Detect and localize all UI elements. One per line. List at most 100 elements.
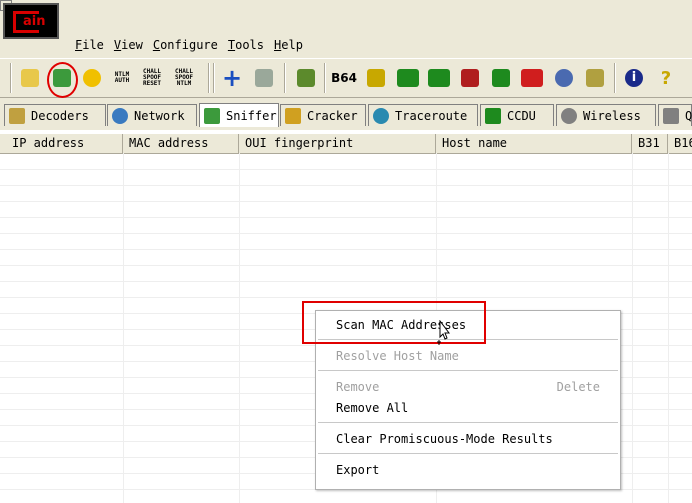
- ntlm-auth-icon: NTLM AUTH: [114, 71, 130, 84]
- wireless-icon: [561, 107, 577, 124]
- menu-item-remove-label: Remove: [336, 380, 380, 394]
- chall-spoof-reset-icon: CHALL SPOOF RESET: [142, 68, 162, 87]
- tab-label: Q: [685, 108, 692, 123]
- column-headers: IP address MAC address OUI fingerprint H…: [0, 134, 692, 154]
- menu-item-export[interactable]: Export: [336, 461, 600, 479]
- grid-row-line: [0, 297, 692, 298]
- menu-configure-rest: onfigure: [160, 38, 218, 52]
- cracker-icon: [285, 107, 301, 124]
- menu-configure[interactable]: Configure: [148, 36, 223, 54]
- help-icon: ?: [660, 67, 672, 89]
- window-button[interactable]: [520, 66, 544, 90]
- add-button[interactable]: +: [220, 64, 244, 92]
- tab-bar: Decoders Network Sniffer Cracker Tracero…: [0, 103, 692, 127]
- menu-separator: [318, 370, 618, 371]
- scan-button[interactable]: [294, 66, 318, 90]
- grid-column-line: [123, 153, 124, 503]
- radiation-icon: [83, 69, 101, 87]
- column-header-ip[interactable]: IP address: [6, 134, 123, 153]
- ntlm-auth-button[interactable]: NTLM AUTH: [110, 66, 134, 90]
- nc-button[interactable]: [458, 66, 482, 90]
- menu-file-rest: ile: [82, 38, 104, 52]
- menu-help-rest: elp: [281, 38, 303, 52]
- tab-network[interactable]: Network: [107, 104, 197, 126]
- apr-button[interactable]: [80, 66, 104, 90]
- tab-traceroute[interactable]: Traceroute: [368, 104, 478, 126]
- tab-wireless[interactable]: Wireless: [556, 104, 656, 126]
- scan-icon: [297, 69, 315, 87]
- tab-label: Traceroute: [395, 108, 468, 123]
- meter-button[interactable]: [396, 66, 420, 90]
- tab-label: Decoders: [31, 108, 89, 123]
- grid-row-line: [0, 217, 692, 218]
- certificate-button[interactable]: [583, 66, 607, 90]
- column-header-host[interactable]: Host name: [436, 134, 632, 153]
- key-button[interactable]: [364, 66, 388, 90]
- menu-item-remove-shortcut: Delete: [556, 380, 600, 394]
- menu-item-resolve-host: Resolve Host Name: [336, 349, 459, 363]
- help-button[interactable]: ?: [654, 66, 678, 90]
- chall-spoof-ntlm-icon: CHALL SPOOF NTLM: [174, 68, 194, 87]
- tab-cracker[interactable]: Cracker: [280, 104, 366, 126]
- info-icon: i: [625, 69, 643, 87]
- toolbar: NTLM AUTH CHALL SPOOF RESET CHALL SPOOF …: [0, 58, 692, 98]
- column-header-b31[interactable]: B31: [632, 134, 668, 153]
- decoders-icon: [9, 107, 25, 124]
- highlight-circle: [47, 62, 78, 98]
- network-icon: [555, 69, 573, 87]
- menu-file[interactable]: File: [70, 36, 109, 54]
- tab-ccdu[interactable]: CCDU: [480, 104, 554, 126]
- column-header-oui[interactable]: OUI fingerprint: [239, 134, 436, 153]
- menu-tools-rest: ools: [235, 38, 265, 52]
- open-button[interactable]: [18, 66, 42, 90]
- tab-decoders[interactable]: Decoders: [4, 104, 106, 126]
- logo-text: ain: [23, 14, 46, 29]
- highlight-box: [302, 301, 486, 344]
- tab-label: Network: [134, 108, 185, 123]
- grid-row-line: [0, 169, 692, 170]
- toolbar-separator: [10, 63, 12, 93]
- folder-icon: [21, 69, 39, 87]
- grid-row-line: [0, 249, 692, 250]
- menu-item-clear-promiscuous[interactable]: Clear Promiscuous-Mode Results: [336, 430, 600, 448]
- tab-label: Sniffer: [226, 108, 277, 123]
- base64-icon: B64: [331, 71, 357, 85]
- tab-label: Cracker: [307, 108, 358, 123]
- column-header-b16[interactable]: B16: [668, 134, 692, 153]
- menu-help[interactable]: Help: [269, 36, 308, 54]
- tab-sniffer[interactable]: Sniffer: [199, 103, 279, 127]
- menu-separator: [318, 422, 618, 423]
- base64-button[interactable]: B64: [331, 66, 357, 90]
- vnc-button[interactable]: [427, 66, 451, 90]
- chall-spoof-reset-button[interactable]: CHALL SPOOF RESET: [140, 66, 164, 90]
- menu-item-remove: Remove Delete: [336, 378, 600, 396]
- menu-item-remove-all[interactable]: Remove All: [336, 399, 600, 417]
- menu-tools[interactable]: Tools: [223, 36, 269, 54]
- menu-view[interactable]: View: [109, 36, 148, 54]
- toolbar-separator: [324, 63, 326, 93]
- network-button[interactable]: [552, 66, 576, 90]
- grid-column-line: [668, 153, 669, 503]
- column-header-mac[interactable]: MAC address: [123, 134, 239, 153]
- toolbar-separator: [284, 63, 286, 93]
- mouse-cursor-icon: [437, 320, 450, 345]
- tab-query[interactable]: Q: [658, 104, 692, 126]
- monitor-button[interactable]: [489, 66, 513, 90]
- recycle-button[interactable]: [252, 66, 276, 90]
- menu-separator: [318, 453, 618, 454]
- ccdu-icon: [485, 107, 501, 124]
- chall-spoof-ntlm-button[interactable]: CHALL SPOOF NTLM: [172, 66, 196, 90]
- menu-configure-mnemonic: C: [152, 38, 161, 52]
- about-button[interactable]: i: [622, 66, 646, 90]
- window-icon: [521, 69, 543, 87]
- toolbar-separator: [213, 63, 215, 93]
- meter-icon: [397, 69, 419, 87]
- grid-row-line: [0, 201, 692, 202]
- network-globe-icon: [112, 107, 128, 124]
- grid-row-line: [0, 233, 692, 234]
- nc-icon: [461, 69, 479, 87]
- add-icon: +: [221, 64, 243, 92]
- grid-row-line: [0, 185, 692, 186]
- key-icon: [367, 69, 385, 87]
- tab-label: Wireless: [583, 108, 641, 123]
